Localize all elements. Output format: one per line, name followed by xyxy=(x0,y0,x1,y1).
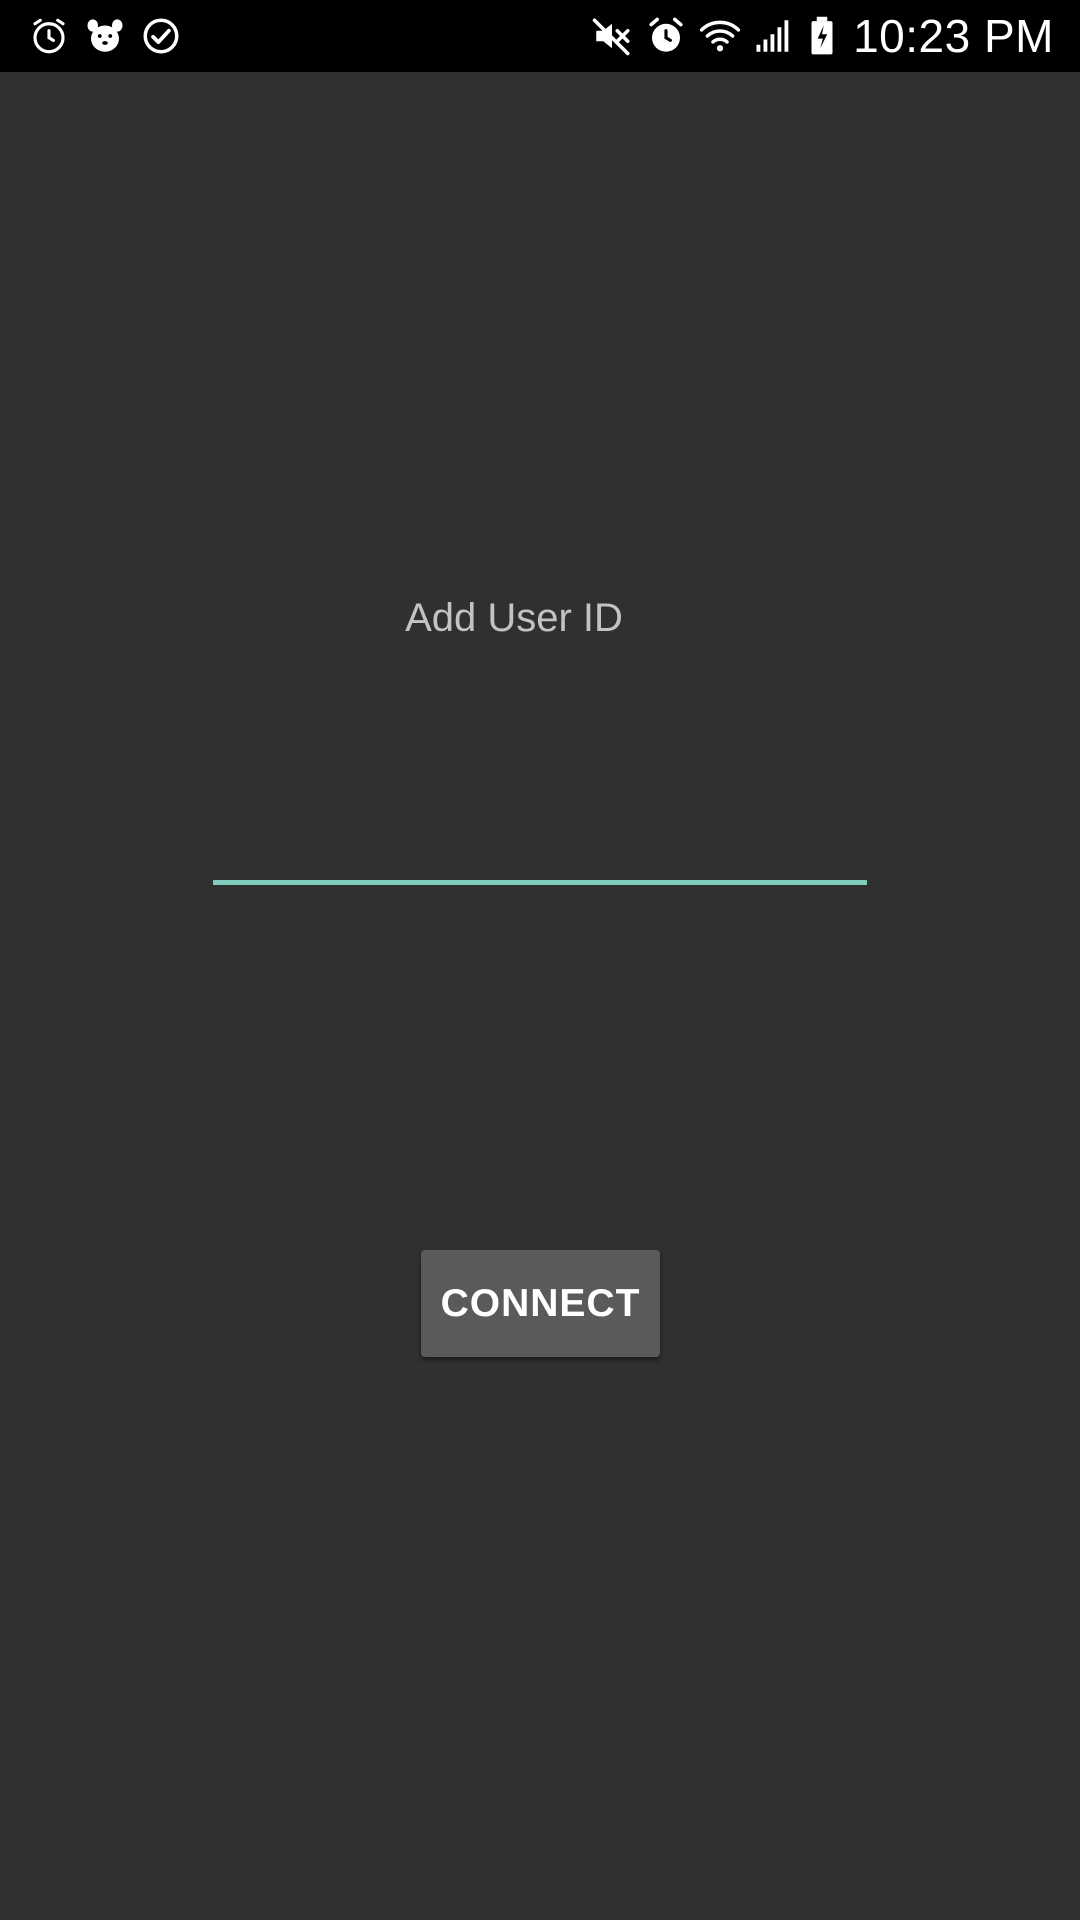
alarm-clock-icon xyxy=(28,15,70,57)
connect-button[interactable]: CONNECT xyxy=(421,1250,660,1357)
status-bar: 10:23 PM xyxy=(0,0,1080,72)
signal-icon xyxy=(753,15,795,57)
system-icons: 10:23 PM xyxy=(591,8,1054,64)
status-time: 10:23 PM xyxy=(853,10,1054,62)
wifi-icon xyxy=(699,15,741,57)
mute-icon xyxy=(591,15,633,57)
app-screen: 10:23 PM Add User ID CONNECT xyxy=(0,0,1080,1920)
check-circle-icon xyxy=(140,15,182,57)
user-id-input[interactable] xyxy=(213,830,867,885)
dog-face-icon xyxy=(84,15,126,57)
add-user-id-label: Add User ID xyxy=(405,596,623,640)
alarm-icon xyxy=(645,15,687,57)
notification-icons xyxy=(28,12,182,60)
battery-charging-icon xyxy=(807,15,837,57)
